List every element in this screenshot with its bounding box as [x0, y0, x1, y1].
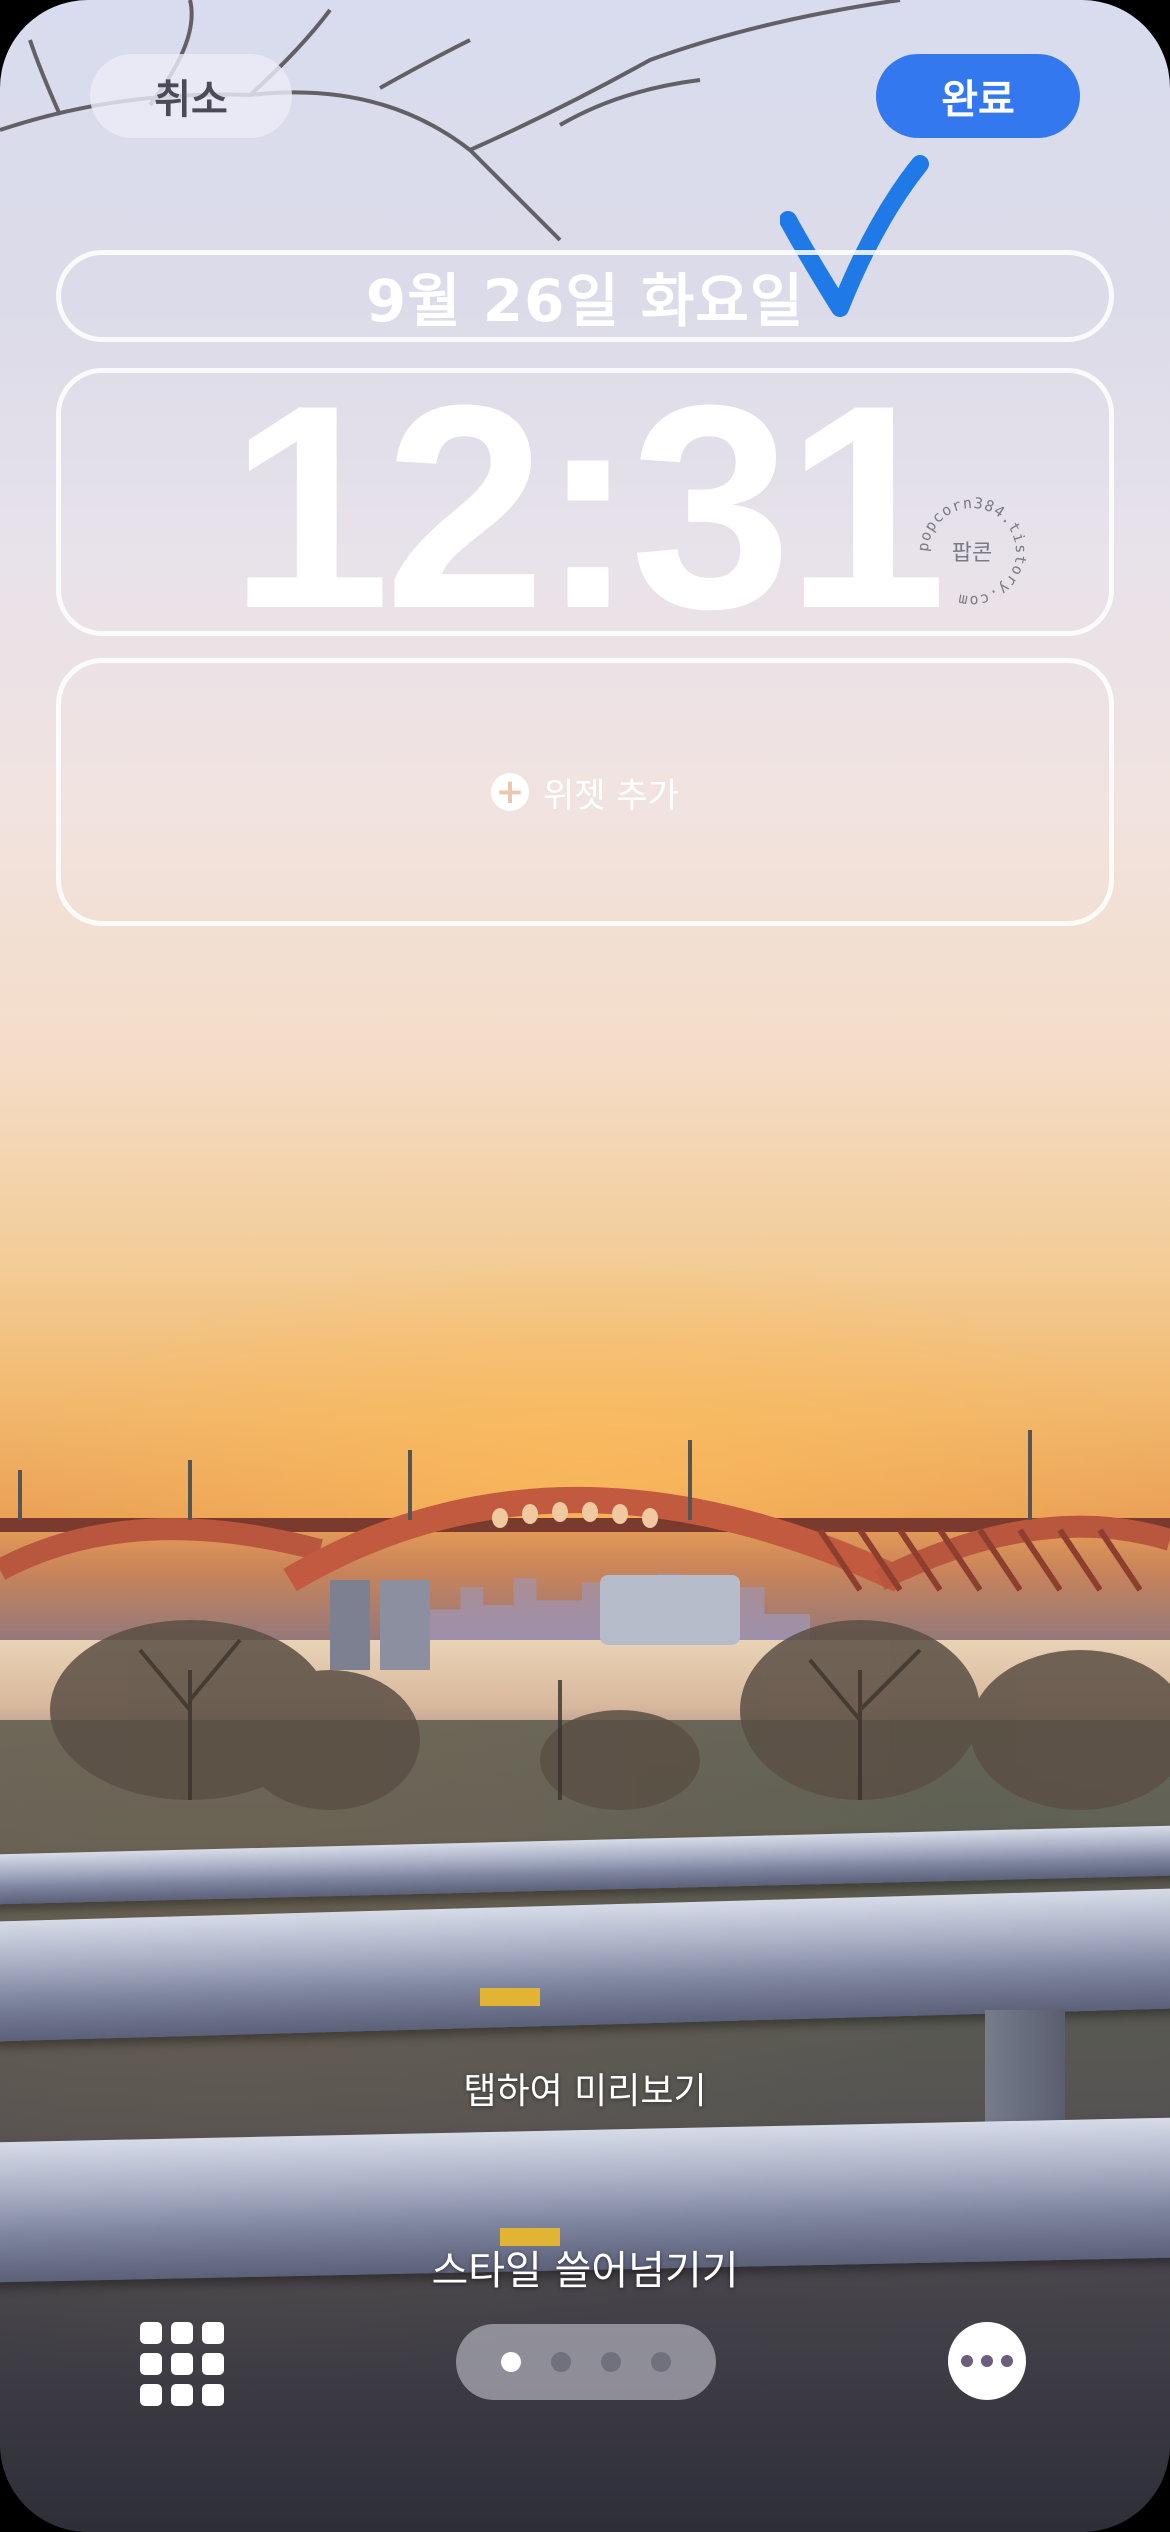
tap-to-preview-hint[interactable]: 탭하여 미리보기 — [0, 2062, 1170, 2114]
page-dot[interactable] — [551, 2352, 571, 2372]
page-dot[interactable] — [651, 2352, 671, 2372]
page-dot[interactable] — [501, 2352, 521, 2372]
ellipsis-icon[interactable] — [948, 2322, 1026, 2400]
add-widget-label: 위젯 추가 — [543, 775, 679, 816]
date-widget-slot[interactable]: 9월 26일 화요일 — [56, 250, 1114, 342]
photo-grid-icon[interactable] — [140, 2322, 224, 2406]
cancel-button[interactable]: 취소 — [90, 54, 292, 138]
page-dot[interactable] — [601, 2352, 621, 2372]
page-indicator[interactable] — [456, 2324, 716, 2400]
trees — [50, 1575, 1170, 1810]
plus-icon: + — [491, 773, 530, 811]
swipe-styles-hint: 스타일 쓸어넘기기 — [431, 2248, 739, 2294]
lock-screen-editor: 취소 완료 9월 26일 화요일 12:31 popcorn384.tistor… — [0, 0, 1170, 2532]
reflector-tag — [480, 1988, 540, 2006]
done-button[interactable]: 완료 — [876, 54, 1080, 138]
date-label: 9월 26일 화요일 — [365, 267, 805, 335]
watermark-stamp: popcorn384.tistory.com 팝콘 — [914, 494, 1029, 610]
add-widget-slot[interactable]: + 위젯 추가 — [56, 658, 1114, 926]
svg-text:팝콘: 팝콘 — [952, 541, 992, 566]
